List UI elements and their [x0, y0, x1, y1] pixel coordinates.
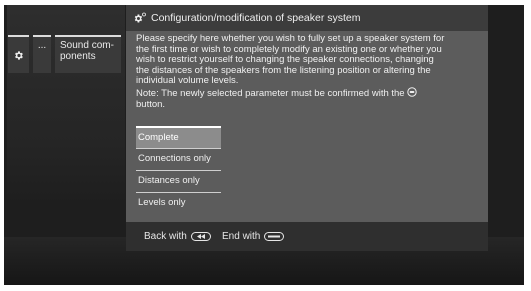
dialog-footer: Back with End with	[126, 222, 488, 251]
option-connections-only[interactable]: Connections only	[136, 148, 221, 170]
breadcrumb-label-line: ponents	[60, 51, 96, 62]
end-hint: End with	[222, 231, 285, 242]
options-list: Complete Connections only Distances only…	[136, 126, 221, 214]
breadcrumb-sound-components[interactable]: Sound com- ponents	[55, 35, 121, 73]
dialog-description: Please specify here whether you wish to …	[136, 33, 484, 110]
dialog-title: Configuration/modification of speaker sy…	[151, 12, 361, 24]
gear-icon	[134, 12, 146, 23]
speaker-config-dialog: Configuration/modification of speaker sy…	[126, 5, 488, 251]
dialog-header: Configuration/modification of speaker sy…	[126, 5, 488, 31]
breadcrumb-more[interactable]: ...	[33, 35, 51, 73]
gear-icon	[15, 50, 23, 60]
tv-screen: ... Sound com- ponents Configuration/mod…	[4, 5, 524, 285]
option-distances-only[interactable]: Distances only	[136, 170, 221, 192]
note-line: button.	[136, 98, 166, 110]
note-text: Note: The newly selected parameter must …	[136, 87, 405, 99]
back-hint: Back with	[144, 231, 211, 242]
description-line: individual volume levels.	[136, 75, 239, 87]
back-label: Back with	[144, 231, 187, 242]
description-line: Please specify here whether you wish to …	[136, 33, 445, 44]
ok-button-icon	[407, 87, 417, 97]
end-label: End with	[222, 231, 261, 242]
back-button-icon	[264, 232, 285, 241]
note-line: Note: The newly selected parameter must …	[136, 87, 484, 100]
breadcrumb-settings[interactable]	[8, 35, 29, 73]
breadcrumb-label-line: Sound com-	[60, 40, 114, 51]
option-complete[interactable]: Complete	[136, 126, 221, 148]
rewind-button-icon	[190, 232, 211, 241]
option-levels-only[interactable]: Levels only	[136, 192, 221, 214]
